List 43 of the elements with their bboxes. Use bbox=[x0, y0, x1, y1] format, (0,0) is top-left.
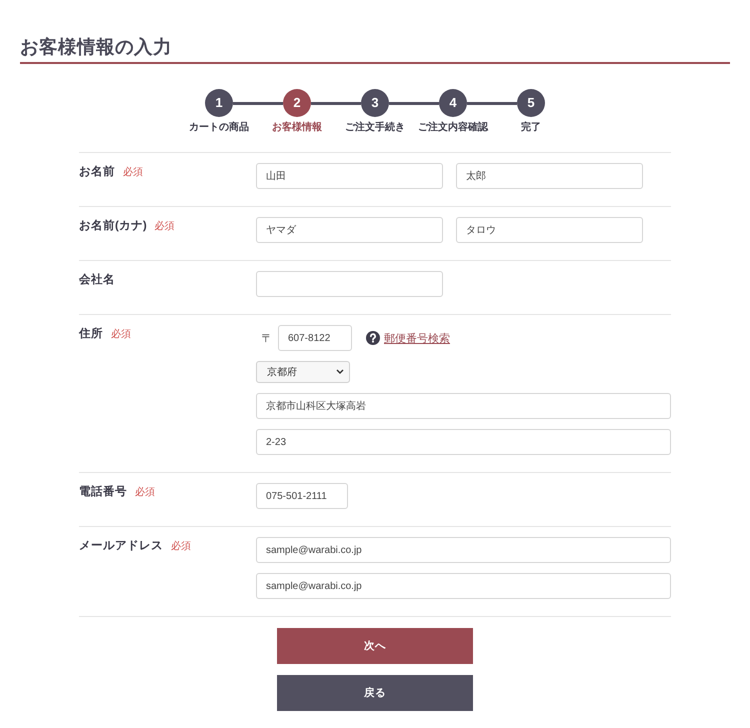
input-field[interactable]: sample@warabi.co.jp bbox=[256, 537, 671, 563]
step-number: 2 bbox=[283, 89, 311, 117]
help-icon[interactable] bbox=[366, 331, 380, 345]
step-number: 1 bbox=[205, 89, 233, 117]
step-label: 完了 bbox=[521, 122, 541, 134]
required-label: 必須 bbox=[154, 221, 175, 233]
input-field[interactable]: ヤマダ bbox=[256, 217, 443, 243]
field-label: お名前(カナ) bbox=[79, 219, 147, 234]
input-field[interactable]: 太郎 bbox=[456, 163, 643, 189]
postal-code-field[interactable]: 607-8122 bbox=[278, 325, 352, 351]
required-label: 必須 bbox=[111, 329, 131, 341]
field-label: 電話番号 bbox=[79, 485, 127, 500]
field-label: 会社名 bbox=[79, 273, 115, 288]
input-field[interactable]: タロウ bbox=[456, 217, 643, 243]
input-field[interactable]: 山田 bbox=[256, 163, 443, 189]
required-label: 必須 bbox=[123, 167, 143, 179]
step-connector bbox=[389, 102, 439, 104]
step-number: 3 bbox=[361, 89, 389, 117]
field-label: 住所 bbox=[79, 327, 103, 342]
input-field[interactable]: 075-501-2111 bbox=[256, 483, 348, 509]
step-label: お客様情報 bbox=[272, 122, 322, 134]
step-label: ご注文手続き bbox=[345, 122, 405, 134]
step-number: 5 bbox=[517, 89, 545, 117]
input-field[interactable]: 京都市山科区大塚高岩 bbox=[256, 393, 671, 419]
page-title: お客様情報の入力 bbox=[20, 36, 172, 60]
postal-mark: 〒 bbox=[260, 332, 274, 346]
step-connector bbox=[233, 102, 283, 104]
step-label: ご注文内容確認 bbox=[418, 122, 488, 134]
required-label: 必須 bbox=[135, 487, 155, 499]
step-connector bbox=[467, 102, 517, 104]
postal-search-link[interactable]: 郵便番号検索 bbox=[384, 330, 450, 346]
input-field[interactable] bbox=[256, 271, 443, 297]
back-button[interactable]: 戻る bbox=[277, 675, 473, 711]
input-field[interactable]: sample@warabi.co.jp bbox=[256, 573, 671, 599]
step-number: 4 bbox=[439, 89, 467, 117]
step-connector bbox=[311, 102, 361, 104]
step-label: カートの商品 bbox=[189, 122, 249, 134]
required-label: 必須 bbox=[171, 541, 191, 553]
input-field[interactable]: 2-23 bbox=[256, 429, 671, 455]
field-label: メールアドレス bbox=[79, 539, 163, 554]
field-label: お名前 bbox=[79, 165, 115, 180]
chevron-icon bbox=[336, 369, 344, 374]
next-button[interactable]: 次へ bbox=[277, 628, 473, 664]
